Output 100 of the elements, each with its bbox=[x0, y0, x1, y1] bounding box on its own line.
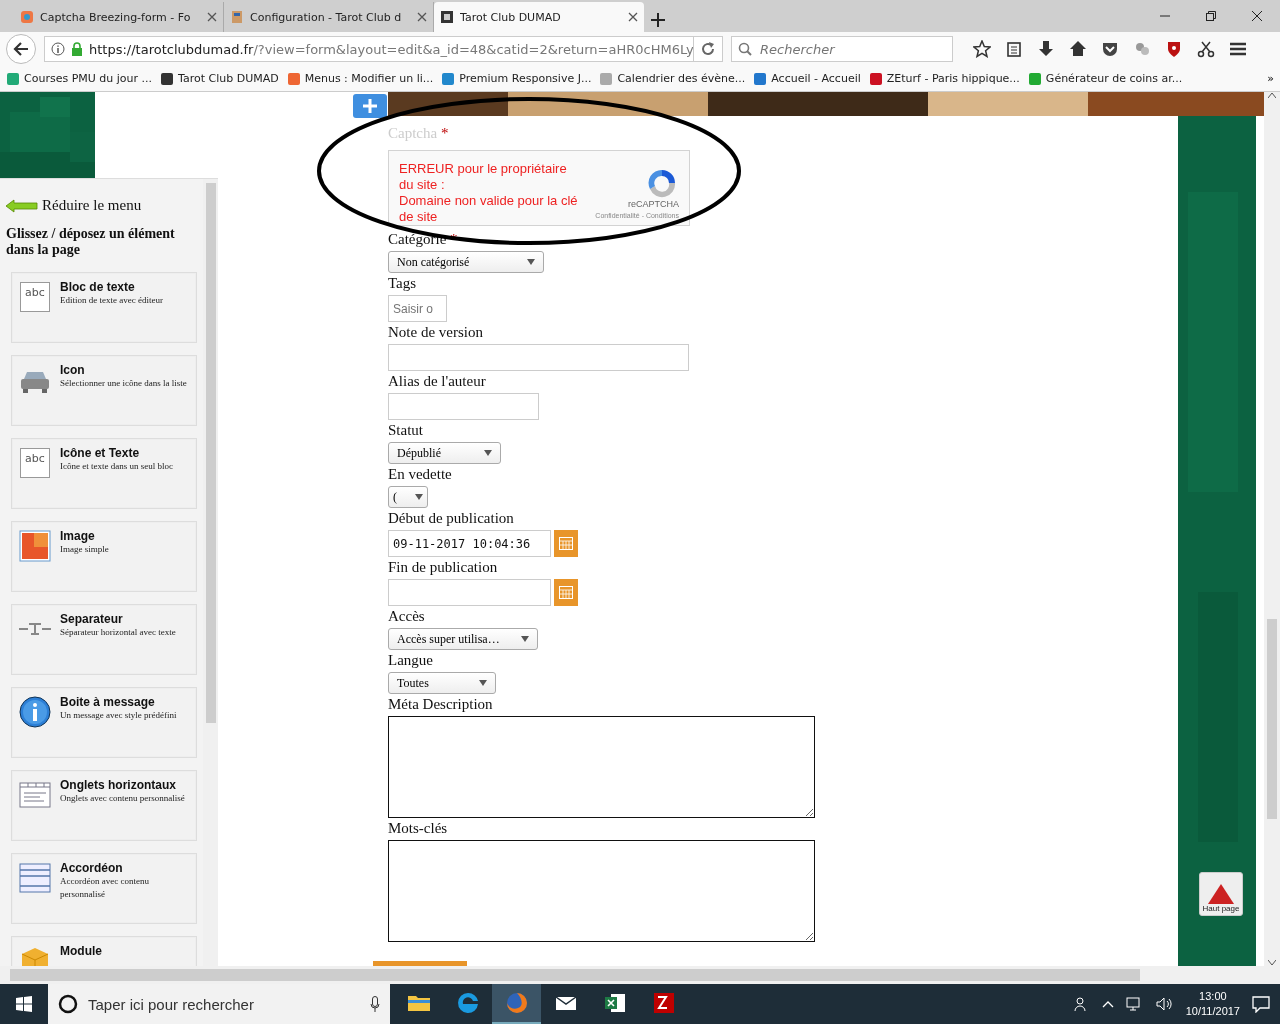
search-input[interactable]: Rechercher bbox=[758, 40, 938, 58]
scroll-up-icon[interactable] bbox=[1268, 92, 1276, 98]
reload-icon bbox=[701, 42, 715, 56]
add-button[interactable] bbox=[353, 94, 387, 118]
caret-icon bbox=[527, 259, 535, 265]
scrollbar-thumb[interactable] bbox=[205, 183, 216, 723]
bookmark-icon bbox=[286, 71, 301, 86]
up-triangle-icon bbox=[1208, 884, 1234, 904]
clipboard-icon[interactable] bbox=[1005, 40, 1023, 58]
bookmark-link[interactable]: Premium Responsive J... bbox=[459, 72, 592, 85]
caret-icon bbox=[415, 494, 423, 500]
scrollbar[interactable] bbox=[1264, 92, 1280, 966]
element-card[interactable]: Icon Sélectionner une icône dans la liste bbox=[11, 355, 197, 426]
reload-button[interactable] bbox=[693, 36, 723, 62]
field-label: Accès bbox=[388, 607, 426, 625]
scroll-down-icon[interactable] bbox=[1268, 960, 1276, 966]
back-button[interactable] bbox=[6, 34, 36, 64]
address-bar[interactable]: https://tarotclubdumad.fr/?view=form&layout=edit&a_id=48&catid=2&return=aHR0cHM6Ly bbox=[44, 36, 694, 62]
horizontal-scrollbar[interactable] bbox=[0, 966, 1280, 984]
browser-tab[interactable]: Tarot Club DUMAD bbox=[434, 2, 644, 32]
windows-icon bbox=[16, 996, 32, 1012]
bookmark-link[interactable]: ZEturf - Paris hippique... bbox=[886, 72, 1020, 85]
card-title: Bloc de texte bbox=[60, 280, 136, 294]
download-icon[interactable] bbox=[1037, 40, 1055, 58]
dropdown[interactable]: Dépublié bbox=[388, 442, 501, 464]
card-description: Un message avec style prédéfini bbox=[60, 709, 177, 722]
menu-icon[interactable] bbox=[1229, 40, 1247, 58]
dropdown[interactable]: Toutes bbox=[388, 672, 496, 694]
text-field[interactable] bbox=[388, 393, 539, 420]
calendar-icon bbox=[559, 586, 573, 599]
clock[interactable]: 13:00 10/11/2017 bbox=[1185, 989, 1240, 1019]
card-description: Edition de texte avec éditeur bbox=[60, 294, 163, 307]
chevron-up-icon[interactable] bbox=[1101, 1000, 1114, 1008]
close-icon[interactable] bbox=[1251, 10, 1263, 22]
shield-icon[interactable] bbox=[1101, 40, 1119, 58]
info-icon bbox=[51, 42, 65, 56]
field-label: Tags bbox=[388, 274, 418, 292]
more-bookmarks-button[interactable]: » bbox=[1267, 72, 1274, 85]
caret-icon bbox=[521, 636, 529, 642]
puzzle-icon[interactable] bbox=[1133, 40, 1151, 58]
text-field[interactable] bbox=[388, 344, 689, 371]
bookmark-icon bbox=[441, 71, 456, 86]
date-field[interactable] bbox=[388, 579, 551, 606]
element-card[interactable]: Accordéon Accordéon avec contenu personnalisé bbox=[11, 853, 197, 924]
scrollbar-thumb[interactable] bbox=[1267, 619, 1277, 819]
element-card[interactable]: Boite à message Un message avec style prédéfini bbox=[11, 687, 197, 758]
element-card[interactable]: Separateur Séparateur horizontal avec texte bbox=[11, 604, 197, 675]
error-message: Domaine non valide pour la clé de site bbox=[399, 193, 579, 225]
url-text: https://tarotclubdumad.fr/?view=form&layout=edit&a_id=48&catid=2&return=aHR0cHM6Ly bbox=[89, 41, 693, 57]
star-icon[interactable] bbox=[973, 40, 991, 58]
favicon-icon bbox=[440, 10, 454, 24]
recaptcha-label: reCAPTCHA bbox=[628, 199, 679, 209]
restore-icon[interactable] bbox=[1205, 10, 1217, 22]
back-to-top-button[interactable]: Haut page bbox=[1199, 872, 1243, 916]
collapse-menu-button[interactable]: Réduire le menu bbox=[6, 189, 197, 214]
element-card[interactable]: Module bbox=[11, 936, 197, 966]
dropdown[interactable]: Accès super utilisa… bbox=[388, 628, 538, 650]
bookmark-link[interactable]: Courses PMU du jour ... bbox=[24, 72, 153, 85]
scrollbar-thumb[interactable] bbox=[10, 969, 1140, 981]
card-title: Boite à message bbox=[60, 695, 156, 709]
dropdown[interactable]: Non catégorisé bbox=[388, 251, 544, 273]
scissors-icon[interactable] bbox=[1197, 40, 1215, 58]
bookmark-link[interactable]: Menus : Modifier un li... bbox=[304, 72, 434, 85]
bookmark-icon bbox=[160, 71, 175, 86]
shield-icon[interactable] bbox=[1165, 40, 1183, 58]
element-card[interactable]: Onglets horizontaux Onglets avec contenu personnalisé bbox=[11, 770, 197, 841]
element-card[interactable]: Image Image simple bbox=[11, 521, 197, 592]
text-field[interactable]: Saisir o bbox=[388, 295, 447, 322]
card-title: Icon bbox=[60, 363, 86, 377]
clock-date: 10/11/2017 bbox=[1185, 1004, 1240, 1019]
card-title: Accordéon bbox=[60, 861, 124, 875]
date-field[interactable]: 09-11-2017 10:04:36 bbox=[388, 530, 551, 557]
clock-time: 13:00 bbox=[1199, 989, 1227, 1004]
bookmark-link[interactable]: Calendrier des évène... bbox=[617, 72, 746, 85]
notifications-icon[interactable] bbox=[1252, 995, 1270, 1013]
close-icon[interactable] bbox=[207, 12, 217, 22]
element-card[interactable]: abc Icône et Texte Icône et texte dans un seul bloc bbox=[11, 438, 197, 509]
calendar-icon bbox=[559, 537, 573, 550]
taskbar-search-field[interactable]: Taper ici pour rechercher bbox=[48, 984, 390, 1024]
speaker-icon[interactable] bbox=[1155, 996, 1174, 1012]
text-area[interactable] bbox=[388, 716, 815, 818]
card-description: Sélectionner une icône dans la liste bbox=[60, 377, 187, 390]
bookmark-icon bbox=[753, 71, 768, 86]
element-card[interactable]: abc Bloc de texte Edition de texte avec éditeur bbox=[11, 272, 197, 343]
text-area[interactable] bbox=[388, 840, 815, 942]
icon-text-icon: abc bbox=[20, 448, 50, 478]
close-icon[interactable] bbox=[628, 12, 638, 22]
image-icon bbox=[18, 529, 52, 563]
new-tab-icon[interactable] bbox=[650, 12, 666, 28]
search-field[interactable]: Rechercher bbox=[731, 36, 953, 62]
card-title: Module bbox=[60, 944, 102, 958]
bookmark-link[interactable]: Tarot Club DUMAD bbox=[178, 72, 279, 85]
bookmark-link[interactable]: Accueil - Accueil bbox=[771, 72, 861, 85]
bookmark-link[interactable]: Générateur de coins ar... bbox=[1045, 72, 1183, 85]
dropdown[interactable]: ( bbox=[388, 486, 428, 508]
field-label: Début de publication bbox=[388, 509, 515, 527]
close-icon[interactable] bbox=[417, 12, 427, 22]
card-title: Separateur bbox=[60, 612, 124, 626]
home-icon[interactable] bbox=[1069, 40, 1087, 58]
field-label: En vedette bbox=[388, 465, 453, 483]
